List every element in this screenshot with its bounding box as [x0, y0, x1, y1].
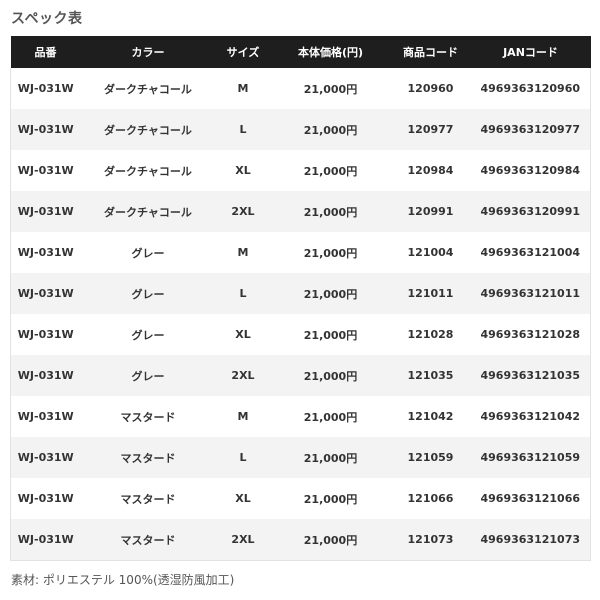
cell-price: 21,000円 [270, 478, 391, 519]
table-row: WJ-031W ダークチャコール L 21,000円 120977 496936… [10, 109, 591, 150]
cell-item-number: WJ-031W [10, 273, 81, 314]
spec-table: 品番 カラー サイズ 本体価格(円) 商品コード JANコード WJ-031W … [10, 36, 591, 561]
cell-product-code: 121028 [390, 314, 471, 355]
cell-item-number: WJ-031W [10, 150, 81, 191]
page-title: スペック表 [11, 11, 83, 27]
table-row: WJ-031W マスタード XL 21,000円 121066 49693631… [10, 478, 591, 519]
header-price: 本体価格(円) [270, 36, 391, 68]
cell-size: XL [215, 478, 271, 519]
table-header-row: 品番 カラー サイズ 本体価格(円) 商品コード JANコード [10, 36, 591, 68]
header-item-number: 品番 [10, 36, 81, 68]
cell-item-number: WJ-031W [10, 478, 81, 519]
cell-product-code: 121004 [390, 232, 471, 273]
cell-color: ダークチャコール [80, 109, 216, 150]
table-row: WJ-031W グレー M 21,000円 121004 49693631210… [10, 232, 591, 273]
cell-jan-code: 4969363121066 [470, 478, 591, 519]
cell-price: 21,000円 [270, 232, 391, 273]
table-row: WJ-031W ダークチャコール 2XL 21,000円 120991 4969… [10, 191, 591, 232]
cell-product-code: 121066 [390, 478, 471, 519]
cell-jan-code: 4969363120991 [470, 191, 591, 232]
cell-color: ダークチャコール [80, 191, 216, 232]
cell-product-code: 121035 [390, 355, 471, 396]
cell-price: 21,000円 [270, 396, 391, 437]
cell-item-number: WJ-031W [10, 314, 81, 355]
table-row: WJ-031W ダークチャコール XL 21,000円 120984 49693… [10, 150, 591, 191]
table-row: WJ-031W グレー L 21,000円 121011 49693631210… [10, 273, 591, 314]
header-color: カラー [80, 36, 216, 68]
cell-jan-code: 4969363121073 [470, 519, 591, 561]
cell-color: マスタード [80, 519, 216, 561]
cell-jan-code: 4969363121059 [470, 437, 591, 478]
table-row: WJ-031W マスタード L 21,000円 121059 496936312… [10, 437, 591, 478]
cell-item-number: WJ-031W [10, 191, 81, 232]
cell-color: グレー [80, 314, 216, 355]
cell-size: L [215, 109, 271, 150]
cell-price: 21,000円 [270, 314, 391, 355]
cell-price: 21,000円 [270, 519, 391, 561]
cell-item-number: WJ-031W [10, 519, 81, 561]
cell-item-number: WJ-031W [10, 232, 81, 273]
header-product-code: 商品コード [390, 36, 471, 68]
cell-price: 21,000円 [270, 109, 391, 150]
cell-size: 2XL [215, 519, 271, 561]
cell-size: 2XL [215, 191, 271, 232]
cell-color: マスタード [80, 396, 216, 437]
header-jan-code: JANコード [470, 36, 591, 68]
cell-price: 21,000円 [270, 150, 391, 191]
cell-jan-code: 4969363120984 [470, 150, 591, 191]
cell-color: ダークチャコール [80, 150, 216, 191]
cell-color: グレー [80, 273, 216, 314]
cell-product-code: 120977 [390, 109, 471, 150]
cell-product-code: 121073 [390, 519, 471, 561]
cell-color: マスタード [80, 437, 216, 478]
cell-size: XL [215, 314, 271, 355]
cell-jan-code: 4969363121028 [470, 314, 591, 355]
cell-jan-code: 4969363120960 [470, 68, 591, 109]
cell-item-number: WJ-031W [10, 355, 81, 396]
cell-product-code: 120984 [390, 150, 471, 191]
cell-size: M [215, 68, 271, 109]
table-row: WJ-031W グレー XL 21,000円 121028 4969363121… [10, 314, 591, 355]
cell-product-code: 120991 [390, 191, 471, 232]
cell-product-code: 121042 [390, 396, 471, 437]
cell-size: XL [215, 150, 271, 191]
cell-jan-code: 4969363120977 [470, 109, 591, 150]
cell-jan-code: 4969363121011 [470, 273, 591, 314]
cell-color: ダークチャコール [80, 68, 216, 109]
cell-jan-code: 4969363121042 [470, 396, 591, 437]
cell-product-code: 120960 [390, 68, 471, 109]
cell-product-code: 121059 [390, 437, 471, 478]
cell-item-number: WJ-031W [10, 68, 81, 109]
table-row: WJ-031W マスタード M 21,000円 121042 496936312… [10, 396, 591, 437]
cell-color: マスタード [80, 478, 216, 519]
cell-jan-code: 4969363121035 [470, 355, 591, 396]
cell-item-number: WJ-031W [10, 109, 81, 150]
table-row: WJ-031W グレー 2XL 21,000円 121035 496936312… [10, 355, 591, 396]
cell-size: M [215, 396, 271, 437]
table-row: WJ-031W マスタード 2XL 21,000円 121073 4969363… [10, 519, 591, 561]
cell-color: グレー [80, 355, 216, 396]
cell-size: 2XL [215, 355, 271, 396]
cell-product-code: 121011 [390, 273, 471, 314]
table-row: WJ-031W ダークチャコール M 21,000円 120960 496936… [10, 68, 591, 109]
material-note: 素材: ポリエステル 100%(透湿防風加工) [11, 573, 235, 587]
cell-color: グレー [80, 232, 216, 273]
cell-price: 21,000円 [270, 191, 391, 232]
cell-jan-code: 4969363121004 [470, 232, 591, 273]
cell-size: L [215, 273, 271, 314]
cell-size: M [215, 232, 271, 273]
cell-item-number: WJ-031W [10, 396, 81, 437]
cell-price: 21,000円 [270, 68, 391, 109]
cell-item-number: WJ-031W [10, 437, 81, 478]
cell-size: L [215, 437, 271, 478]
cell-price: 21,000円 [270, 355, 391, 396]
header-size: サイズ [215, 36, 271, 68]
cell-price: 21,000円 [270, 273, 391, 314]
cell-price: 21,000円 [270, 437, 391, 478]
